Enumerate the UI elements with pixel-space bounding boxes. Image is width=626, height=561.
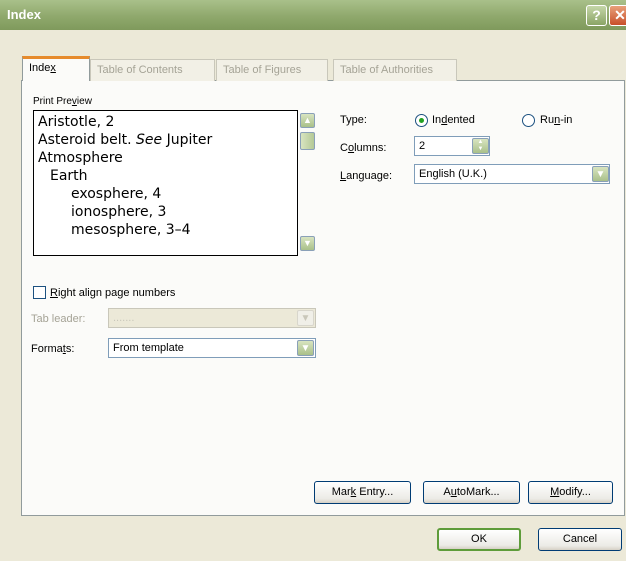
- index-dialog: Index ? ✕ Index Table of Contents Table …: [0, 0, 626, 561]
- indented-post: ented: [447, 114, 475, 126]
- cancel-button[interactable]: Cancel: [538, 528, 622, 551]
- formats-post: s:: [65, 343, 75, 355]
- preview-scroll-thumb[interactable]: [300, 132, 315, 150]
- preview-text: Asteroid belt.: [38, 132, 136, 148]
- modify-accesskey: M: [550, 486, 560, 498]
- right-align-checkbox[interactable]: [33, 286, 46, 299]
- print-preview-label-pre: Print Pre: [33, 96, 72, 107]
- tab-index-accesskey: x: [50, 62, 56, 74]
- columns-post: lumns:: [354, 142, 387, 154]
- tab-table-of-figures[interactable]: Table of Figures: [216, 59, 328, 81]
- print-preview-box: Aristotle, 2 Asteroid belt. See Jupiter …: [33, 110, 298, 256]
- columns-label: Columns:: [340, 142, 386, 154]
- tab-leader-label: Tab leader:: [31, 313, 86, 325]
- columns-spinner[interactable]: ▲ ▼: [472, 138, 489, 154]
- mark-pre: Mar: [331, 486, 351, 498]
- language-value: English (U.K.): [419, 168, 487, 180]
- modify-post: odify...: [559, 486, 591, 498]
- mark-post: Entry...: [356, 486, 394, 498]
- chevron-down-icon: ▼: [595, 169, 606, 180]
- radio-indented-label[interactable]: Indented: [432, 114, 475, 126]
- help-button[interactable]: ?: [586, 5, 607, 26]
- preview-line: Atmosphere: [38, 150, 123, 166]
- language-dropdown-button[interactable]: ▼: [592, 166, 609, 182]
- right-align-accesskey: R: [50, 287, 58, 299]
- preview-line: ionosphere, 3: [71, 204, 167, 220]
- scroll-down-icon: ▼: [303, 238, 312, 248]
- columns-value: 2: [419, 140, 426, 152]
- close-button[interactable]: ✕: [609, 5, 626, 26]
- radio-run-in-label[interactable]: Run-in: [540, 114, 572, 126]
- tab-leader-value: .......: [113, 312, 135, 324]
- formats-dropdown-button[interactable]: ▼: [297, 340, 314, 356]
- scroll-up-icon: ▲: [303, 115, 312, 125]
- tab-index-label: Inde: [29, 62, 51, 74]
- formats-pre: Forma: [31, 343, 63, 355]
- preview-scroll-up[interactable]: ▲: [300, 113, 315, 128]
- modify-button[interactable]: Modify...: [528, 481, 613, 504]
- type-label: Type:: [340, 114, 367, 126]
- runin-pre: Ru: [540, 114, 555, 126]
- tab-leader-dropdown[interactable]: .......: [108, 308, 316, 328]
- radio-run-in[interactable]: [522, 114, 535, 127]
- tab-index[interactable]: Index: [22, 56, 90, 81]
- preview-scroll-down[interactable]: ▼: [300, 236, 315, 251]
- radio-indented[interactable]: [415, 114, 428, 127]
- spin-down-icon[interactable]: ▼: [473, 146, 488, 153]
- indented-pre: In: [432, 114, 442, 126]
- right-align-label[interactable]: Right align page numbers: [50, 287, 175, 299]
- formats-dropdown[interactable]: From template: [108, 338, 316, 358]
- preview-line: Asteroid belt. See Jupiter: [38, 131, 297, 149]
- tab-table-of-authorities[interactable]: Table of Authorities: [333, 59, 457, 81]
- automark-button[interactable]: AutoMark...: [423, 481, 520, 504]
- language-post: anguage:: [346, 170, 393, 182]
- preview-line: Earth: [50, 168, 88, 184]
- formats-label: Formats:: [31, 343, 74, 355]
- preview-see: See: [136, 132, 163, 148]
- language-dropdown[interactable]: English (U.K.): [414, 164, 610, 184]
- language-label: Language:: [340, 170, 392, 182]
- columns-pre: C: [340, 142, 348, 154]
- close-icon: ✕: [614, 7, 626, 23]
- preview-line: Aristotle, 2: [38, 114, 115, 130]
- radio-selected-dot: [419, 118, 424, 123]
- auto-pre: A: [443, 486, 451, 498]
- formats-value: From template: [113, 342, 184, 354]
- auto-post: toMark...: [456, 486, 500, 498]
- runin-post: -in: [560, 114, 573, 126]
- preview-text: Jupiter: [162, 132, 213, 148]
- right-align-post: ight align page numbers: [57, 287, 176, 299]
- tab-table-of-contents[interactable]: Table of Contents: [90, 59, 215, 81]
- help-icon: ?: [592, 7, 601, 23]
- preview-line: mesosphere, 3–4: [71, 222, 191, 238]
- window-title: Index: [7, 7, 41, 22]
- spin-up-icon[interactable]: ▲: [473, 139, 488, 146]
- chevron-down-icon: ▼: [300, 343, 311, 354]
- title-bar[interactable]: Index ? ✕: [0, 0, 626, 30]
- print-preview-label-post: iew: [76, 96, 92, 107]
- preview-line: exosphere, 4: [71, 186, 162, 202]
- mark-entry-button[interactable]: Mark Entry...: [314, 481, 411, 504]
- print-preview-label: Print Preview: [33, 96, 92, 107]
- chevron-down-icon: ▼: [300, 313, 311, 324]
- ok-button[interactable]: OK: [437, 528, 521, 551]
- tab-leader-dropdown-button[interactable]: ▼: [297, 310, 314, 326]
